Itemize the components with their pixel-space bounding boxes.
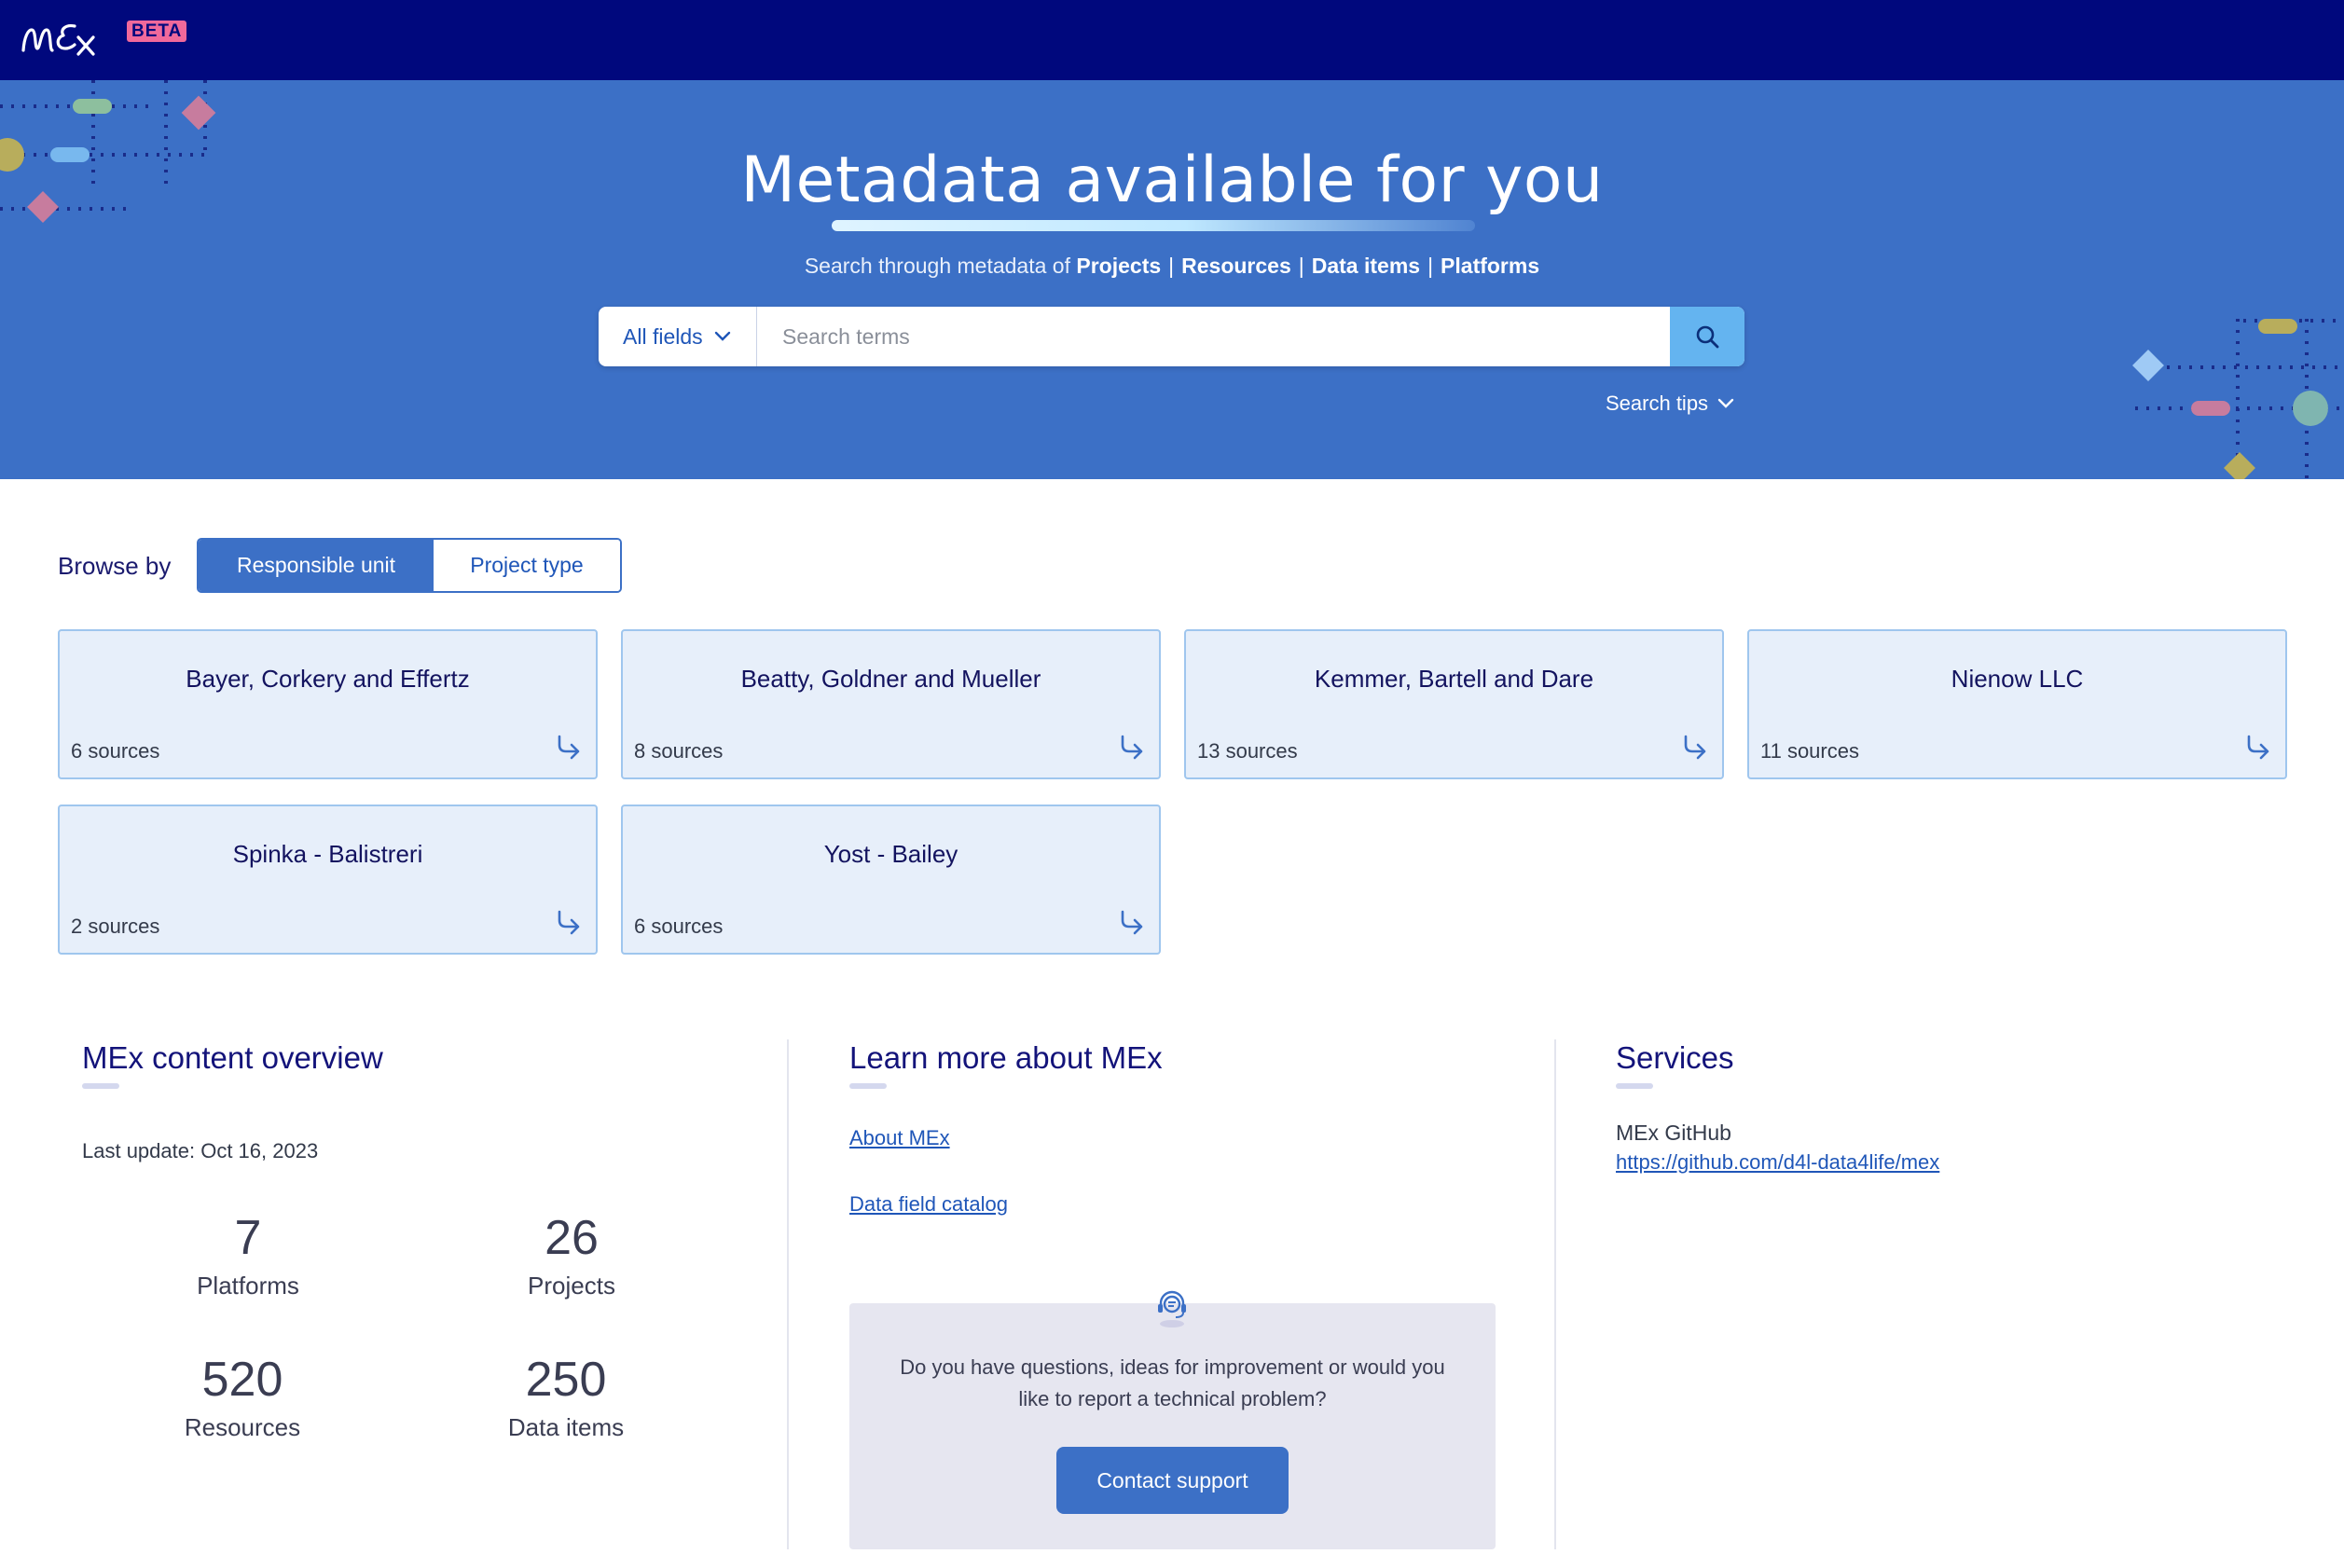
column-divider (1554, 1039, 1556, 1549)
unit-card[interactable]: Spinka - Balistreri 2 sources (58, 805, 598, 955)
entity-data-items: Data items (1311, 254, 1421, 278)
unit-card[interactable]: Bayer, Corkery and Effertz 6 sources (58, 629, 598, 779)
services-title: Services (1616, 1040, 1734, 1075)
unit-card[interactable]: Yost - Bailey 6 sources (621, 805, 1161, 955)
stat-platforms: 7 Platforms (127, 1210, 369, 1300)
entity-platforms: Platforms (1441, 254, 1540, 278)
column-divider (787, 1039, 789, 1549)
stat-label: Platforms (197, 1272, 299, 1300)
mex-logo-icon[interactable] (21, 17, 123, 60)
decorative-pattern-right (2132, 319, 2344, 479)
arrow-turn-right-icon (1121, 735, 1143, 760)
search-field-selector-label: All fields (623, 323, 703, 349)
arrow-turn-right-icon (1684, 735, 1706, 760)
unit-card-count: 8 sources (634, 739, 724, 763)
unit-card-count: 2 sources (71, 915, 160, 938)
hero-banner: Metadata available for you Search throug… (0, 80, 2344, 479)
learn-more-title: Learn more about MEx (849, 1040, 1163, 1075)
unit-card-title: Spinka - Balistreri (232, 840, 423, 868)
unit-card-count: 13 sources (1197, 739, 1298, 763)
subtitle-prefix: Search through metadata of (804, 254, 1070, 278)
hero-subtitle: Search through metadata of Projects | Reso… (804, 254, 1540, 278)
stat-value: 520 (201, 1353, 283, 1407)
unit-card[interactable]: Nienow LLC 11 sources (1747, 629, 2287, 779)
service-github-link[interactable]: https://github.com/d4l-data4life/mex (1616, 1150, 1939, 1175)
search-icon (1696, 325, 1719, 349)
tab-project-type[interactable]: Project type (434, 540, 620, 591)
unit-card-count: 6 sources (71, 739, 160, 763)
title-accent (1616, 1083, 1653, 1089)
search-button[interactable] (1670, 307, 1744, 366)
search-tips-toggle[interactable]: Search tips (1606, 392, 1734, 416)
unit-card-count: 11 sources (1760, 739, 1859, 763)
stat-label: Data items (507, 1413, 625, 1441)
unit-card-title: Beatty, Goldner and Mueller (740, 665, 1041, 693)
service-github-label: MEx GitHub (1616, 1121, 1731, 1145)
title-accent (849, 1083, 887, 1089)
arrow-turn-right-icon (2247, 735, 2269, 760)
beta-badge: BETA (127, 21, 187, 42)
about-mex-link[interactable]: About MEx (849, 1126, 950, 1150)
chevron-down-icon (714, 331, 730, 341)
arrow-turn-right-icon (1121, 910, 1143, 935)
unit-card[interactable]: Kemmer, Bartell and Dare 13 sources (1184, 629, 1724, 779)
browse-by-toggle: Responsible unit Project type (197, 538, 622, 593)
arrow-turn-right-icon (558, 735, 580, 760)
title-accent (82, 1083, 119, 1089)
title-underline (832, 220, 1475, 231)
search-field-selector[interactable]: All fields (599, 307, 757, 366)
contact-support-button[interactable]: Contact support (1056, 1447, 1289, 1514)
hero-title: Metadata available for you (740, 144, 1604, 217)
unit-card-title: Kemmer, Bartell and Dare (1314, 665, 1594, 693)
unit-card-count: 6 sources (634, 915, 724, 938)
headset-support-icon (1158, 1290, 1186, 1327)
chevron-down-icon (1717, 398, 1734, 408)
overview-title: MEx content overview (82, 1040, 383, 1075)
data-field-catalog-link[interactable]: Data field catalog (849, 1192, 1008, 1217)
browse-by-label: Browse by (58, 552, 172, 580)
stat-value: 7 (234, 1211, 262, 1265)
support-panel: Do you have questions, ideas for improve… (849, 1303, 1496, 1549)
stat-value: 26 (545, 1211, 599, 1265)
support-text: Do you have questions, ideas for improve… (900, 1355, 1445, 1410)
tab-responsible-unit[interactable]: Responsible unit (199, 540, 434, 591)
arrow-turn-right-icon (558, 910, 580, 935)
last-update-text: Last update: Oct 16, 2023 (82, 1139, 319, 1162)
search-bar: All fields (599, 307, 1744, 366)
entity-projects: Projects (1076, 254, 1162, 278)
search-tips-label: Search tips (1606, 392, 1709, 415)
stat-label: Resources (184, 1413, 301, 1441)
unit-card[interactable]: Beatty, Goldner and Mueller 8 sources (621, 629, 1161, 779)
top-navigation-bar: BETA (0, 0, 2344, 80)
stat-resources: 520 Resources (121, 1352, 364, 1442)
stat-value: 250 (525, 1353, 607, 1407)
stat-projects: 26 Projects (450, 1210, 693, 1300)
stat-label: Projects (528, 1272, 615, 1300)
unit-card-title: Nienow LLC (1951, 665, 2084, 693)
unit-card-title: Yost - Bailey (823, 840, 958, 868)
unit-card-title: Bayer, Corkery and Effertz (186, 665, 470, 693)
stat-data-items: 250 Data items (445, 1352, 687, 1442)
entity-resources: Resources (1181, 254, 1291, 278)
search-input[interactable] (758, 307, 1569, 366)
